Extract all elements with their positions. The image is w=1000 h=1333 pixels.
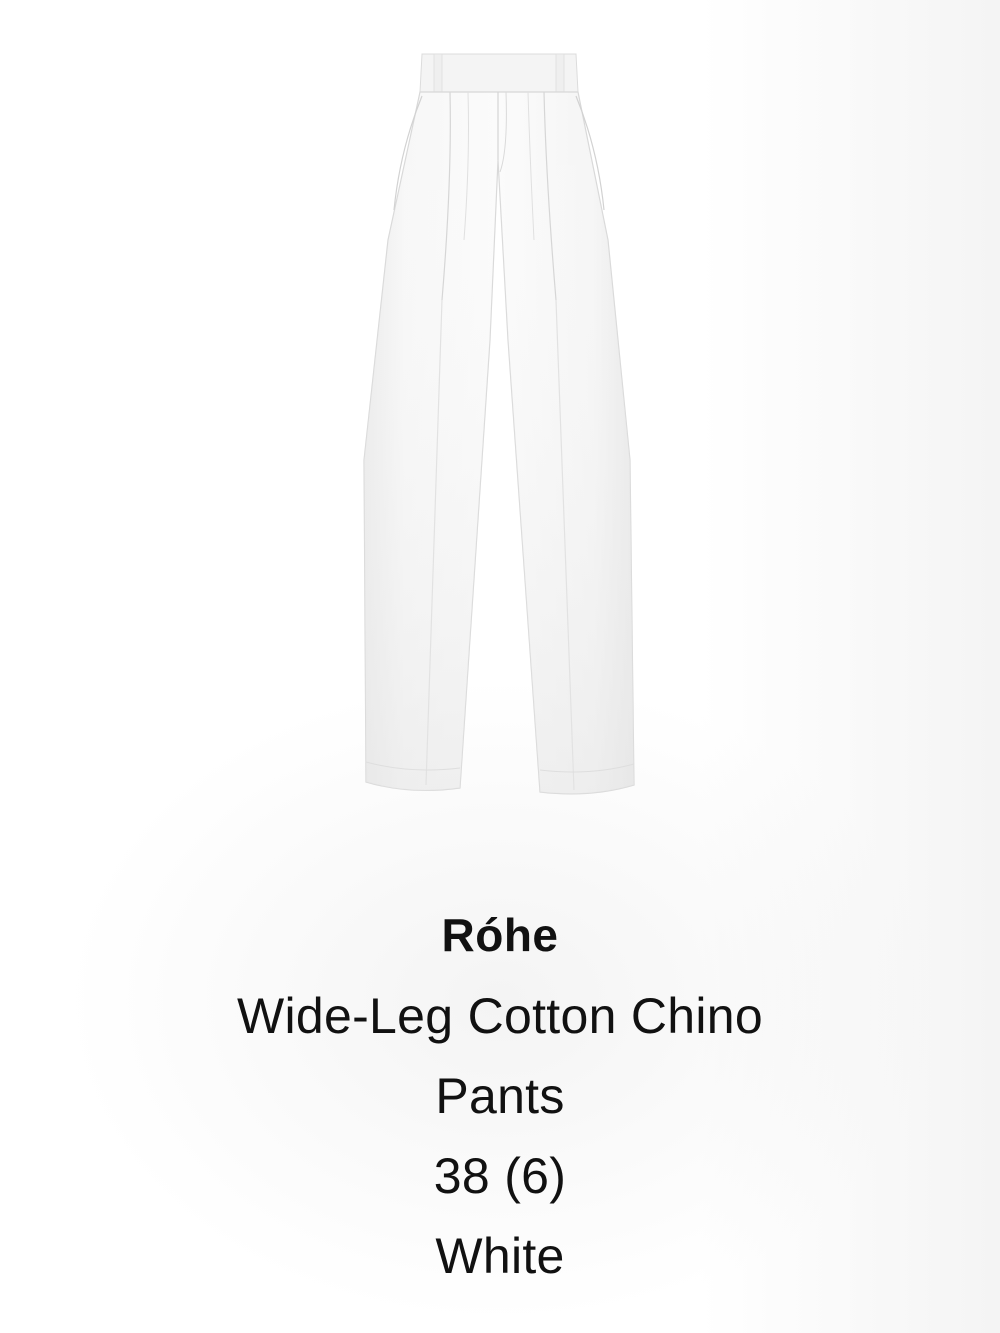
product-size: 38 (6)	[433, 1148, 567, 1204]
product-image[interactable]	[330, 40, 670, 810]
brand-name[interactable]: Róhe	[0, 900, 1000, 970]
product-card: Róhe Wide-Leg Cotton Chino Pants 38 (6) …	[0, 0, 1000, 1333]
product-name[interactable]: Wide-Leg Cotton Chino Pants	[180, 976, 820, 1136]
product-color: White	[435, 1228, 565, 1284]
pants-illustration	[363, 53, 635, 795]
product-info: Róhe Wide-Leg Cotton Chino Pants 38 (6) …	[0, 900, 1000, 1296]
